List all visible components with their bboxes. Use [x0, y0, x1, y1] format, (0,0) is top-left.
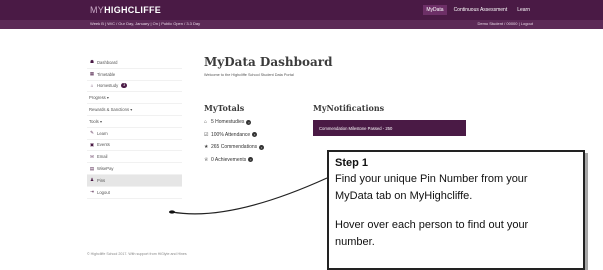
callout-line: number. — [335, 236, 375, 248]
callout-step-title: Step 1 — [335, 157, 369, 169]
callout-line: MyData tab on MyHighcliffe. — [335, 190, 473, 202]
callout-line: Hover over each person to find out your — [335, 219, 529, 231]
callout-line: Find your unique Pin Number from your — [335, 173, 528, 185]
instruction-callout: Step 1 Find your unique Pin Number from … — [327, 150, 585, 270]
